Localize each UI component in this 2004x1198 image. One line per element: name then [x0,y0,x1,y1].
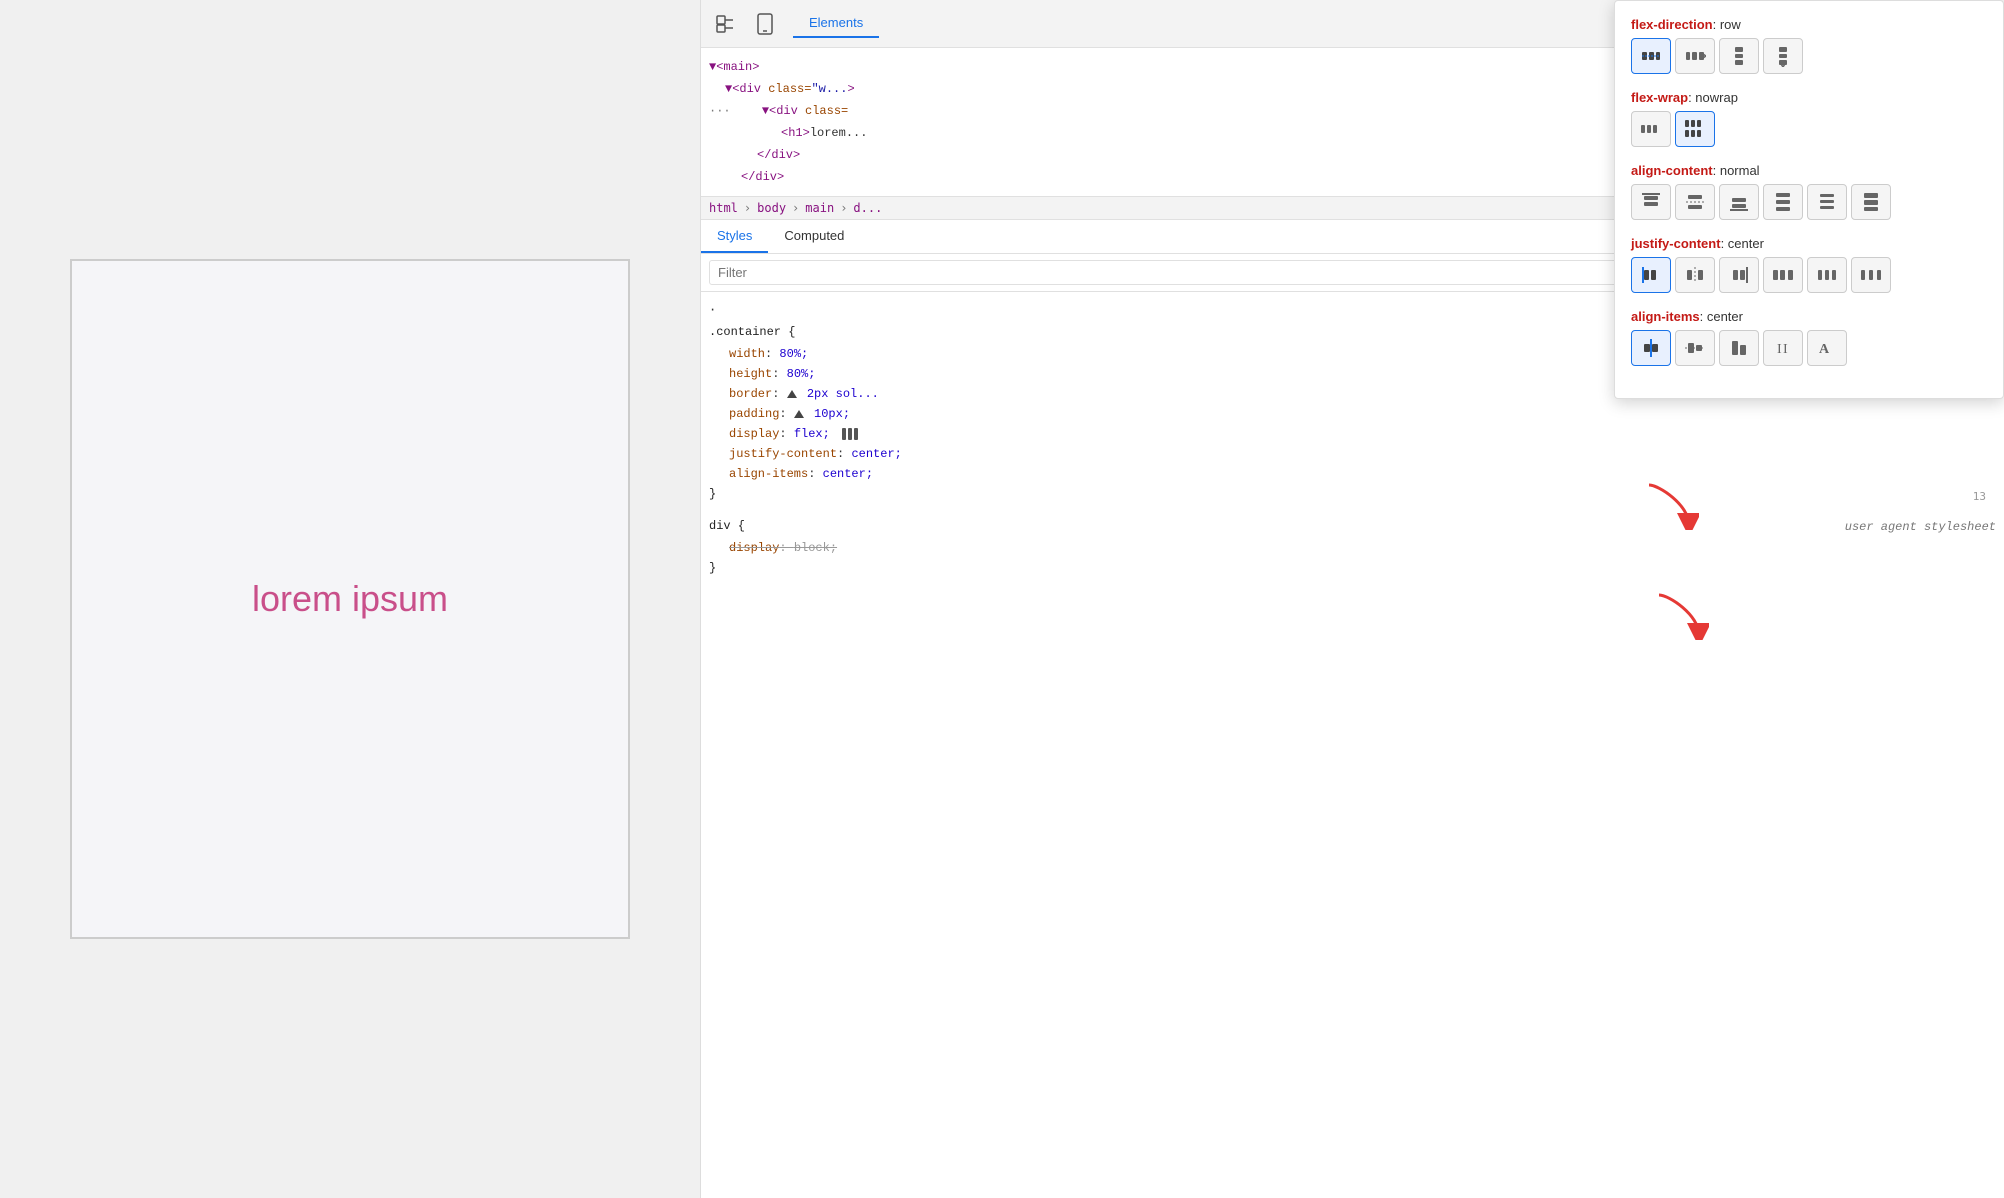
jc-center-btn[interactable] [1675,257,1715,293]
jc-flex-end-btn[interactable] [1719,257,1759,293]
breadcrumb-d[interactable]: d... [853,201,882,215]
flex-wrap-row: flex-wrap: nowrap [1631,90,1987,147]
flex-direction-buttons [1631,38,1987,74]
justify-content-buttons [1631,257,1987,293]
ac-flex-end-btn[interactable] [1719,184,1759,220]
border-expand-triangle[interactable] [787,390,797,398]
tab-elements[interactable]: Elements [793,9,879,38]
jc-space-between-btn[interactable] [1763,257,1803,293]
css-selector-div[interactable]: div { [709,516,745,536]
flex-direction-row: flex-direction: row [1631,17,1987,74]
svg-text:I: I [1783,342,1788,357]
line-number-13: 13 [1973,490,1986,503]
css-rule-div: div { user agent stylesheet display: blo… [709,516,1996,578]
lorem-text: lorem ipsum [252,578,448,620]
jc-space-around-btn[interactable] [1807,257,1847,293]
browser-viewport: lorem ipsum [0,0,700,1198]
css-prop-display-ua[interactable]: display: block; [709,538,1996,558]
align-items-row: align-items: center [1631,309,1987,366]
padding-expand-triangle[interactable] [794,410,804,418]
breadcrumb-html[interactable]: html [709,201,738,215]
flex-dir-row-reverse-btn[interactable] [1675,38,1715,74]
flex-dir-row-btn[interactable] [1631,38,1671,74]
breadcrumb-main[interactable]: main [805,201,834,215]
devtools-top-tabs: Elements [793,9,879,38]
justify-content-row: justify-content: center [1631,236,1987,293]
flex-editor-open-icon[interactable] [841,427,859,441]
svg-text:A: A [1819,342,1830,357]
flex-wrap-buttons [1631,111,1987,147]
css-close-brace-container: } [709,484,1996,504]
align-content-buttons [1631,184,1987,220]
device-icon[interactable] [753,12,777,36]
flex-wrap-label: flex-wrap: nowrap [1631,90,1987,105]
align-content-row: align-content: normal [1631,163,1987,220]
inspect-icon[interactable] [713,12,737,36]
ai-baseline-btn[interactable]: A [1807,330,1847,366]
align-content-label: align-content: normal [1631,163,1987,178]
ai-center-btn[interactable] [1675,330,1715,366]
css-rules: · .container { width: 80%; height: 80%; … [701,292,2004,1198]
ac-space-around-btn[interactable] [1807,184,1847,220]
jc-space-evenly-btn[interactable] [1851,257,1891,293]
align-items-label: align-items: center [1631,309,1987,324]
ua-comment: user agent stylesheet [1845,517,1996,537]
ai-flex-end-btn[interactable] [1719,330,1759,366]
ac-flex-start-btn[interactable] [1631,184,1671,220]
jc-flex-start-btn[interactable] [1631,257,1671,293]
align-items-buttons: I I A [1631,330,1987,366]
flex-wrap-nowrap-btn[interactable] [1631,111,1671,147]
breadcrumb-body[interactable]: body [757,201,786,215]
css-prop-padding[interactable]: padding: 10px; [709,404,1996,424]
flex-direction-label: flex-direction: row [1631,17,1987,32]
tab-computed[interactable]: Computed [768,220,860,253]
ac-center-btn[interactable] [1675,184,1715,220]
flex-dir-column-btn[interactable] [1719,38,1759,74]
css-prop-display[interactable]: display: flex; [709,424,1996,444]
css-close-brace-div: } [709,558,1996,578]
tab-styles[interactable]: Styles [701,220,768,253]
demo-container: lorem ipsum [70,259,630,939]
ai-stretch-btn[interactable]: I I [1763,330,1803,366]
justify-content-label: justify-content: center [1631,236,1987,251]
devtools-panel: Elements ✕ ▼<main> ▼<div class="w...> ··… [700,0,2004,1198]
flex-wrap-wrap-btn[interactable] [1675,111,1715,147]
css-prop-justify-content[interactable]: justify-content: center; [709,444,1996,464]
ac-space-between-btn[interactable] [1763,184,1803,220]
flex-dir-column-reverse-btn[interactable] [1763,38,1803,74]
ai-flex-start-btn[interactable] [1631,330,1671,366]
svg-text:I: I [1777,342,1782,357]
css-prop-align-items[interactable]: align-items: center; [709,464,1996,484]
flex-tooltip: flex-direction: row [1614,0,2004,399]
ac-stretch-btn[interactable] [1851,184,1891,220]
